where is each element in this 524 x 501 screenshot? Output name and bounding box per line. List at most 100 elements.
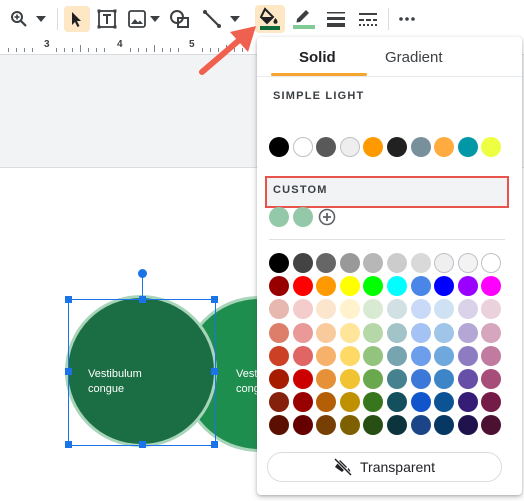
theme-color-swatch[interactable]	[292, 137, 313, 157]
palette-color-swatch[interactable]	[481, 299, 502, 320]
text-box-icon[interactable]	[95, 6, 119, 32]
palette-color-swatch[interactable]	[292, 299, 313, 320]
palette-color-swatch[interactable]	[457, 392, 478, 413]
palette-color-swatch[interactable]	[481, 392, 502, 413]
palette-color-swatch[interactable]	[434, 276, 455, 297]
palette-color-swatch[interactable]	[481, 253, 502, 273]
palette-color-swatch[interactable]	[269, 415, 289, 436]
palette-color-swatch[interactable]	[410, 276, 431, 297]
palette-color-swatch[interactable]	[481, 345, 502, 366]
resize-handle[interactable]	[65, 368, 72, 375]
palette-color-swatch[interactable]	[481, 415, 502, 436]
palette-color-swatch[interactable]	[363, 276, 384, 297]
resize-handle[interactable]	[211, 441, 218, 448]
transparent-button[interactable]: Transparent	[267, 452, 502, 482]
palette-color-swatch[interactable]	[292, 415, 313, 436]
palette-color-swatch[interactable]	[292, 253, 313, 273]
palette-color-swatch[interactable]	[387, 392, 407, 413]
theme-color-swatch[interactable]	[481, 137, 502, 157]
zoom-icon[interactable]	[8, 6, 30, 32]
theme-color-swatch[interactable]	[387, 137, 407, 157]
chevron-down-icon[interactable]	[34, 6, 48, 32]
palette-color-swatch[interactable]	[457, 345, 478, 366]
palette-color-swatch[interactable]	[410, 369, 431, 389]
palette-color-swatch[interactable]	[434, 345, 455, 366]
palette-color-swatch[interactable]	[339, 415, 360, 436]
palette-color-swatch[interactable]	[316, 345, 337, 366]
resize-handle[interactable]	[139, 441, 146, 448]
palette-color-swatch[interactable]	[363, 369, 384, 389]
palette-color-swatch[interactable]	[292, 345, 313, 366]
resize-handle[interactable]	[139, 296, 146, 303]
palette-color-swatch[interactable]	[410, 392, 431, 413]
palette-color-swatch[interactable]	[316, 276, 337, 297]
palette-color-swatch[interactable]	[339, 369, 360, 389]
palette-color-swatch[interactable]	[387, 369, 407, 389]
palette-color-swatch[interactable]	[292, 276, 313, 297]
theme-color-swatch[interactable]	[434, 137, 455, 157]
palette-color-swatch[interactable]	[410, 253, 431, 273]
palette-color-swatch[interactable]	[316, 322, 337, 343]
palette-color-swatch[interactable]	[387, 345, 407, 366]
resize-handle[interactable]	[65, 441, 72, 448]
palette-color-swatch[interactable]	[363, 322, 384, 343]
palette-color-swatch[interactable]	[269, 369, 289, 389]
palette-color-swatch[interactable]	[410, 322, 431, 343]
palette-color-swatch[interactable]	[269, 276, 289, 297]
chevron-down-icon[interactable]	[149, 6, 161, 32]
palette-color-swatch[interactable]	[363, 392, 384, 413]
border-dash-icon[interactable]	[355, 6, 381, 32]
palette-color-swatch[interactable]	[387, 322, 407, 343]
palette-color-swatch[interactable]	[387, 276, 407, 297]
palette-color-swatch[interactable]	[292, 322, 313, 343]
palette-color-swatch[interactable]	[434, 369, 455, 389]
palette-color-swatch[interactable]	[387, 253, 407, 273]
palette-color-swatch[interactable]	[316, 415, 337, 436]
palette-color-swatch[interactable]	[434, 322, 455, 343]
theme-color-swatch[interactable]	[457, 137, 478, 157]
palette-color-swatch[interactable]	[269, 392, 289, 413]
select-arrow-icon[interactable]	[64, 6, 90, 32]
palette-color-swatch[interactable]	[410, 299, 431, 320]
palette-color-swatch[interactable]	[481, 276, 502, 297]
tab-solid[interactable]: Solid	[299, 49, 336, 66]
palette-color-swatch[interactable]	[269, 299, 289, 320]
palette-color-swatch[interactable]	[339, 345, 360, 366]
palette-color-swatch[interactable]	[269, 253, 289, 273]
palette-color-swatch[interactable]	[292, 392, 313, 413]
palette-color-swatch[interactable]	[363, 345, 384, 366]
palette-color-swatch[interactable]	[434, 299, 455, 320]
palette-color-swatch[interactable]	[339, 253, 360, 273]
palette-color-swatch[interactable]	[481, 369, 502, 389]
custom-color-swatch[interactable]	[269, 207, 289, 227]
rotation-handle[interactable]	[138, 269, 147, 278]
palette-color-swatch[interactable]	[434, 392, 455, 413]
palette-color-swatch[interactable]	[387, 415, 407, 436]
palette-color-swatch[interactable]	[434, 415, 455, 436]
add-circle-icon[interactable]	[318, 208, 336, 226]
image-icon[interactable]	[126, 6, 148, 32]
theme-color-swatch[interactable]	[316, 137, 337, 157]
resize-handle[interactable]	[65, 296, 72, 303]
theme-color-swatch[interactable]	[410, 137, 431, 157]
palette-color-swatch[interactable]	[269, 345, 289, 366]
palette-color-swatch[interactable]	[316, 369, 337, 389]
palette-color-swatch[interactable]	[363, 415, 384, 436]
palette-color-swatch[interactable]	[339, 322, 360, 343]
border-weight-icon[interactable]	[323, 6, 349, 32]
palette-color-swatch[interactable]	[339, 392, 360, 413]
palette-color-swatch[interactable]	[457, 276, 478, 297]
palette-color-swatch[interactable]	[339, 299, 360, 320]
custom-color-swatch[interactable]	[292, 207, 313, 227]
tab-gradient[interactable]: Gradient	[385, 49, 443, 66]
theme-color-swatch[interactable]	[363, 137, 384, 157]
palette-color-swatch[interactable]	[457, 369, 478, 389]
palette-color-swatch[interactable]	[269, 322, 289, 343]
more-icon[interactable]	[396, 6, 418, 32]
palette-color-swatch[interactable]	[387, 299, 407, 320]
theme-color-swatch[interactable]	[339, 137, 360, 157]
palette-color-swatch[interactable]	[457, 322, 478, 343]
palette-color-swatch[interactable]	[457, 299, 478, 320]
palette-color-swatch[interactable]	[316, 392, 337, 413]
palette-color-swatch[interactable]	[316, 253, 337, 273]
